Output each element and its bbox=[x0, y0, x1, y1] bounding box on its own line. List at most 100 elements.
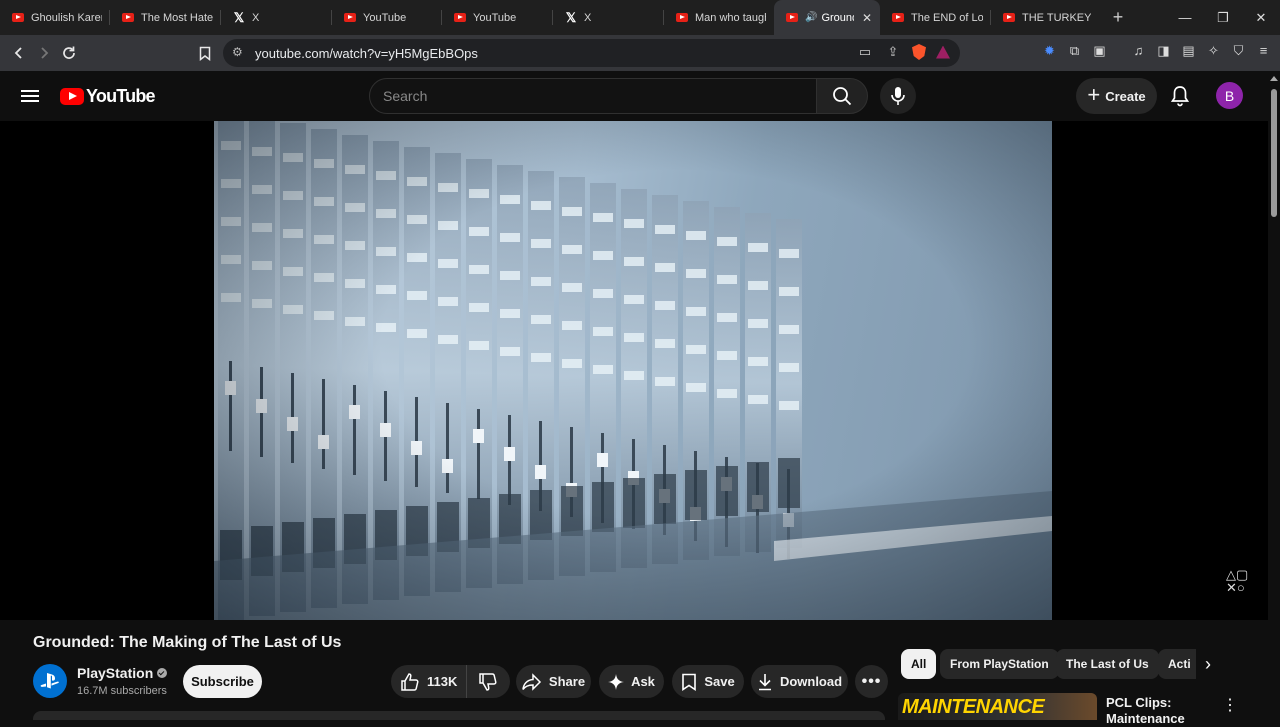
tab-label: The END of Lok bbox=[911, 11, 983, 24]
search-input[interactable] bbox=[370, 79, 816, 113]
voice-search-button[interactable] bbox=[880, 78, 916, 114]
more-actions-button[interactable]: ••• bbox=[855, 665, 888, 698]
page-scrollbar[interactable] bbox=[1268, 71, 1280, 720]
search-button[interactable] bbox=[816, 78, 868, 114]
minimize-icon[interactable]: — bbox=[1166, 10, 1204, 25]
recommendation-thumbnail[interactable]: MAINTENANCE bbox=[898, 693, 1097, 720]
back-icon[interactable] bbox=[6, 41, 31, 66]
logo-text: YouTube bbox=[86, 86, 156, 106]
youtube-icon bbox=[12, 13, 24, 22]
like-button[interactable]: 113K bbox=[391, 665, 467, 698]
chevron-right-icon[interactable]: › bbox=[1205, 654, 1211, 675]
more-horizontal-icon: ••• bbox=[861, 672, 882, 690]
browser-tab-active[interactable]: 🔊 Grounde ✕ bbox=[774, 0, 880, 35]
channel-name[interactable]: PlayStation bbox=[77, 665, 168, 681]
url-text[interactable]: youtube.com/watch?v=yH5MgEbBOps bbox=[255, 46, 478, 61]
youtube-icon bbox=[344, 13, 356, 22]
search-box[interactable] bbox=[369, 78, 817, 114]
close-window-icon[interactable]: ✕ bbox=[1242, 10, 1280, 26]
bookmark-icon[interactable] bbox=[192, 41, 217, 66]
tab-label: YouTube bbox=[363, 11, 407, 24]
music-icon[interactable]: ♫ bbox=[1130, 43, 1147, 59]
youtube-header: YouTube + Create B bbox=[0, 71, 1268, 121]
youtube-icon bbox=[454, 13, 466, 22]
leo-ai-icon[interactable]: ✧ bbox=[1205, 43, 1222, 59]
browser-tab[interactable]: The Most Hated bbox=[110, 0, 221, 35]
extensions-bar: ✹ ⧉ ▣ ♫ ◨ ▤ ✧ ⛉ ≡ bbox=[1041, 43, 1272, 59]
video-frame[interactable] bbox=[214, 121, 1052, 620]
browser-tab[interactable]: 𝕏X bbox=[553, 0, 664, 35]
download-button[interactable]: Download bbox=[751, 665, 848, 698]
tab-label: YouTube bbox=[473, 11, 517, 24]
plus-icon: + bbox=[1087, 81, 1101, 107]
description-box[interactable] bbox=[33, 711, 885, 720]
site-settings-icon[interactable]: ⚙ bbox=[232, 45, 243, 59]
create-button[interactable]: + Create bbox=[1076, 78, 1157, 114]
browser-tab[interactable]: YouTube bbox=[442, 0, 553, 35]
youtube-logo[interactable]: YouTube bbox=[60, 86, 156, 107]
like-dislike-group: 113K bbox=[391, 665, 510, 698]
playstation-logo-icon bbox=[40, 673, 59, 689]
wallet-icon[interactable]: ▤ bbox=[1180, 43, 1197, 59]
sparkle-icon bbox=[608, 673, 625, 690]
browser-tab[interactable]: 𝕏X bbox=[221, 0, 332, 35]
dislike-button[interactable] bbox=[467, 672, 509, 692]
account-avatar[interactable]: B bbox=[1216, 82, 1243, 109]
recommendation-title[interactable]: PCL Clips: Maintenance bbox=[1106, 695, 1206, 727]
channel-avatar[interactable] bbox=[33, 664, 67, 698]
browser-tab[interactable]: Ghoulish Karen bbox=[0, 0, 110, 35]
save-bookmark-icon bbox=[682, 673, 697, 691]
vpn-icon[interactable]: ⛉ bbox=[1230, 43, 1247, 59]
subscribe-button[interactable]: Subscribe bbox=[183, 665, 262, 698]
youtube-icon bbox=[786, 13, 798, 22]
thumbs-down-icon bbox=[479, 672, 497, 691]
chip-the-last-of-us[interactable]: The Last of Us bbox=[1056, 649, 1159, 679]
create-label: Create bbox=[1105, 88, 1146, 104]
ask-button[interactable]: Ask bbox=[599, 665, 664, 698]
thumbs-up-icon bbox=[401, 672, 419, 691]
hamburger-menu-icon[interactable] bbox=[18, 85, 42, 107]
youtube-play-icon bbox=[60, 88, 84, 105]
notifications-bell-icon[interactable] bbox=[1168, 84, 1192, 108]
more-vertical-icon[interactable]: ⋮ bbox=[1222, 695, 1238, 715]
sidebar-icon[interactable]: ◨ bbox=[1155, 43, 1172, 59]
reload-icon[interactable] bbox=[56, 41, 81, 66]
save-button[interactable]: Save bbox=[672, 665, 744, 698]
share-label: Share bbox=[548, 674, 586, 689]
brave-rewards-icon[interactable] bbox=[936, 45, 950, 59]
tab-label: Ghoulish Karen bbox=[31, 11, 102, 24]
new-tab-button[interactable]: + bbox=[1107, 7, 1129, 28]
chip-action[interactable]: Acti bbox=[1158, 649, 1196, 679]
forward-icon[interactable] bbox=[31, 41, 56, 66]
extension-icon[interactable]: ✹ bbox=[1041, 43, 1058, 59]
browser-tab[interactable]: THE TURKEY TO bbox=[991, 0, 1099, 35]
chip-all[interactable]: All bbox=[901, 649, 937, 679]
cast-icon[interactable]: ▭ bbox=[856, 44, 874, 60]
scrollbar-thumb[interactable] bbox=[1271, 89, 1277, 217]
channel-name-text[interactable]: PlayStation bbox=[77, 665, 153, 681]
speaker-icon[interactable]: 🔊 bbox=[805, 12, 817, 23]
tab-label: X bbox=[252, 11, 260, 24]
youtube-icon bbox=[892, 13, 904, 22]
screenshot-icon[interactable]: ▣ bbox=[1091, 43, 1108, 59]
browser-tab[interactable]: YouTube bbox=[332, 0, 442, 35]
share-page-icon[interactable]: ⇪ bbox=[884, 44, 902, 60]
browser-tab[interactable]: The END of Lok bbox=[880, 0, 991, 35]
close-tab-icon[interactable]: ✕ bbox=[862, 11, 872, 25]
browser-tab[interactable]: Man who taught bbox=[664, 0, 774, 35]
share-button[interactable]: Share bbox=[516, 665, 591, 698]
search-icon bbox=[833, 87, 852, 106]
video-player[interactable]: △▢ ✕○ bbox=[0, 121, 1268, 620]
chip-from-playstation[interactable]: From PlayStation bbox=[940, 649, 1059, 679]
share-icon bbox=[522, 672, 541, 691]
browser-menu-icon[interactable]: ≡ bbox=[1255, 43, 1272, 59]
restore-icon[interactable]: ❐ bbox=[1204, 10, 1242, 26]
microphone-icon bbox=[891, 87, 905, 105]
video-title: Grounded: The Making of The Last of Us bbox=[33, 634, 342, 651]
playstation-watermark-icon: △▢ ✕○ bbox=[1226, 567, 1249, 595]
brave-shields-icon[interactable] bbox=[912, 44, 926, 60]
subscriber-count: 16.7M subscribers bbox=[77, 685, 167, 697]
address-bar[interactable]: ⚙ youtube.com/watch?v=yH5MgEbBOps ▭ ⇪ bbox=[223, 39, 960, 67]
thumbnail-text: MAINTENANCE bbox=[902, 696, 1045, 718]
puzzle-icon[interactable]: ⧉ bbox=[1066, 43, 1083, 59]
